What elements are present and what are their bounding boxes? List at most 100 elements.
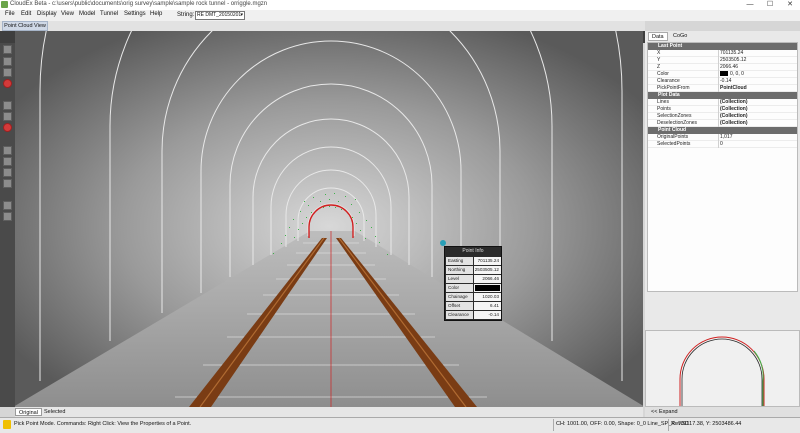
point-info-value: 1020.03 [474,293,501,301]
menu-help[interactable]: Help [150,11,162,17]
prop-row[interactable]: X 701135.24 [648,50,797,57]
prop-key: Points [657,106,671,112]
zoom-out-icon[interactable] [3,157,12,166]
view-tab-bar [15,407,643,417]
move-icon[interactable] [3,45,12,54]
string-select-value: RE DMT_20150201 [197,12,242,18]
menu-file[interactable]: File [5,11,15,17]
delete-icon[interactable] [3,123,12,132]
prop-value: PointCloud [718,85,797,92]
close-button[interactable]: ✕ [780,0,800,10]
title-bar: CloudEx Beta - c:\users\public\documents… [0,0,800,10]
info-icon [3,420,11,429]
prop-value: (Collection) [718,120,797,127]
left-toolbar [0,43,15,407]
tab-original[interactable]: Original [15,408,42,416]
group-plot-data[interactable]: Plot Data [648,92,797,99]
prop-value: 2066.46 [718,64,797,71]
point-info-row: Chainage 1020.03 [446,293,501,302]
stop-icon[interactable] [3,79,12,88]
status-separator [553,419,554,431]
table-icon[interactable] [3,212,12,221]
menu-settings[interactable]: Settings [124,11,146,17]
point-info-value: 701135.24 [474,257,501,265]
prop-key: OriginalPoints [657,134,689,140]
prop-value: -0.14 [718,78,797,85]
tab-cogo[interactable]: CoGo [670,32,690,41]
point-info-value: 2066.46 [474,275,501,283]
point-info-key: Level [446,275,473,283]
prop-value: 0 [718,141,797,148]
status-separator [668,419,669,431]
expand-button[interactable]: << Expand [645,407,800,417]
group-last-point[interactable]: Last Point [648,43,797,50]
prop-value: (Collection) [718,113,797,120]
brush-icon[interactable] [3,101,12,110]
window-title: CloudEx Beta - c:\users\public\documents… [10,1,268,7]
tab-selected[interactable]: Selected [41,408,68,416]
point-info-key: Offset [446,302,473,310]
prop-row[interactable]: SelectedPoints 0 [648,141,797,148]
prop-row[interactable]: Points (Collection) [648,106,797,113]
prop-key: Z [657,64,661,70]
menu-bar: File Edit Display View Model Tunnel Sett… [0,10,800,21]
point-info-row: Clearance -0.14 [446,311,501,320]
status-mode: Pick Point Mode. Commands: Right Click: … [14,421,192,427]
cross-section-preview[interactable] [645,330,800,411]
prop-key: SelectionZones [657,113,692,119]
prop-row[interactable]: Y 2503505.12 [648,57,797,64]
grid-icon[interactable] [3,201,12,210]
prop-key: Color [657,71,669,77]
prop-value: 2503505.12 [718,57,797,64]
prop-row[interactable]: DeselectionZones (Collection) [648,120,797,127]
prop-row[interactable]: Z 2066.46 [648,64,797,71]
point-info-key: Chainage [446,293,473,301]
menu-edit[interactable]: Edit [21,11,31,17]
menu-display[interactable]: Display [37,11,57,17]
tunnel-render [15,31,643,407]
color-value: 0, 0, 0 [730,71,744,77]
point-info-value: 6.41 [474,302,501,310]
prop-row[interactable]: SelectionZones (Collection) [648,113,797,120]
zoom-extents-icon[interactable] [3,179,12,188]
prop-value: 1,017 [718,134,797,141]
cross-section-svg [679,336,765,411]
menu-tunnel[interactable]: Tunnel [100,11,118,17]
prop-row[interactable]: Clearance -0.14 [648,78,797,85]
point-info-popup: Point Info Easting 701135.24 Northing 25… [444,246,502,321]
tab-data[interactable]: Data [648,32,668,41]
prop-key: SelectedPoints [657,141,691,147]
point-info-title: Point Info [462,248,484,254]
zoom-in-icon[interactable] [3,146,12,155]
prop-row[interactable]: Lines (Collection) [648,99,797,106]
point-info-value: 2503505.12 [474,266,501,274]
zoom-window-icon[interactable] [3,168,12,177]
prop-value: 701135.24 [718,50,797,57]
maximize-button[interactable]: ☐ [760,0,780,10]
color-swatch [474,284,501,292]
prop-value: (Collection) [718,99,797,106]
chevron-down-icon: ▾ [240,12,243,18]
prop-value: (Collection) [718,106,797,113]
tab-point-cloud-view[interactable]: Point Cloud View [2,21,48,31]
color-swatch [720,71,728,77]
menu-view[interactable]: View [61,11,74,17]
line-icon[interactable] [3,112,12,121]
pencil-icon[interactable] [3,57,12,66]
point-info-row: Northing 2503505.12 [446,266,501,275]
string-select[interactable]: RE DMT_20150201 ▾ [195,11,245,20]
point-info-key: Northing [446,266,473,274]
menu-model[interactable]: Model [79,11,95,17]
point-info-key: Color [446,284,473,292]
group-point-cloud[interactable]: Point Cloud [648,127,797,134]
point-info-row: Easting 701135.24 [446,257,501,266]
prop-key: Lines [657,99,669,105]
point-info-value: -0.14 [474,311,501,319]
minimize-button[interactable]: — [740,0,760,10]
point-info-key: Clearance [446,311,473,319]
prop-row[interactable]: OriginalPoints 1,017 [648,134,797,141]
prop-row[interactable]: Color 0, 0, 0 [648,71,797,78]
eraser-icon[interactable] [3,68,12,77]
point-cloud-viewport[interactable] [15,31,643,407]
prop-row[interactable]: PickPointFrom PointCloud [648,85,797,92]
